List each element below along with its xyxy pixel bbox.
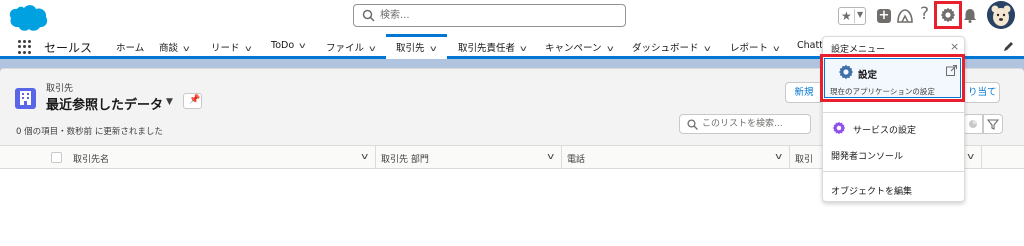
nav-item-files[interactable]: ファイル v xyxy=(326,40,376,54)
global-search[interactable] xyxy=(353,4,626,27)
chevron-down-icon[interactable]: v xyxy=(183,44,190,53)
chevron-down-icon[interactable]: v xyxy=(547,152,554,162)
chevron-down-icon[interactable]: ▼ xyxy=(857,10,863,19)
external-link-icon[interactable] xyxy=(946,65,957,76)
chevron-down-icon[interactable]: v xyxy=(361,152,368,162)
setup-gear-icon xyxy=(940,7,956,23)
chart-icon xyxy=(969,120,977,128)
chevron-down-icon[interactable]: v xyxy=(773,44,780,53)
menu-divider xyxy=(823,171,964,172)
nav-item-campaigns[interactable]: キャンペーン v xyxy=(545,40,614,54)
new-button[interactable]: 新規 xyxy=(785,82,823,103)
global-search-input[interactable] xyxy=(380,7,620,24)
chevron-down-icon[interactable]: v xyxy=(520,44,527,53)
filter-icon xyxy=(986,119,1000,130)
chevron-down-icon[interactable]: v xyxy=(704,44,711,53)
chevron-down-icon[interactable]: v xyxy=(369,44,376,53)
list-meta-text: 0 個の項目・数秒前 に更新されました xyxy=(16,127,163,137)
select-all-checkbox[interactable] xyxy=(51,152,62,163)
list-search-input[interactable] xyxy=(702,117,807,131)
chevron-down-icon[interactable]: v xyxy=(245,44,252,53)
setup-item-highlight: 設定 現在のアプリケーションの設定 xyxy=(820,54,965,102)
chevron-down-icon[interactable]: v xyxy=(430,44,437,53)
avatar-bear-icon xyxy=(987,1,1015,29)
global-header: ★ ▼ + ? xyxy=(0,0,1024,34)
nav-item-reports[interactable]: レポート v xyxy=(730,40,780,54)
bell-icon[interactable] xyxy=(963,8,977,23)
nav-item-opportunities[interactable]: 商談 v xyxy=(159,40,190,54)
favorites-button[interactable]: ★ ▼ xyxy=(838,7,866,25)
search-icon xyxy=(362,9,375,22)
column-header-account-site[interactable]: 取引先 部門 xyxy=(381,152,429,165)
column-divider[interactable] xyxy=(789,146,790,168)
column-divider[interactable] xyxy=(375,146,376,168)
column-divider[interactable] xyxy=(561,146,562,168)
salesforce-cloud-logo[interactable] xyxy=(8,4,48,32)
nav-item-home[interactable]: ホーム xyxy=(116,40,144,54)
app-launcher-icon[interactable] xyxy=(18,40,32,54)
list-search[interactable] xyxy=(679,114,811,134)
edit-nav-pencil-icon[interactable] xyxy=(1003,41,1014,52)
chevron-down-icon[interactable]: v xyxy=(967,152,974,162)
menu-item-service-setup[interactable]: サービスの設定 xyxy=(853,123,916,136)
service-setup-gear-icon xyxy=(832,121,846,135)
building-icon xyxy=(20,91,31,105)
account-object-icon xyxy=(15,88,36,109)
nav-item-contacts[interactable]: 取引先責任者 v xyxy=(458,40,527,54)
list-view-title[interactable]: 最近参照したデータ xyxy=(46,94,163,113)
chevron-down-icon[interactable]: v xyxy=(607,44,614,53)
setup-item-title: 設定 xyxy=(858,70,878,81)
column-divider[interactable] xyxy=(981,146,982,168)
column-header-phone[interactable]: 電話 xyxy=(567,152,585,165)
star-icon: ★ xyxy=(841,9,852,23)
add-icon: + xyxy=(878,8,890,23)
list-view-switcher-icon[interactable]: ▼ xyxy=(166,97,173,107)
setup-menu-dropdown: 設定メニュー × 設定 現在のアプリケーションの設定 サービスの設定 開発者コン… xyxy=(820,36,965,202)
search-icon xyxy=(687,119,698,130)
chevron-down-icon[interactable]: v xyxy=(299,41,306,50)
pin-icon: 📌 xyxy=(189,95,201,105)
chart-toggle-button[interactable] xyxy=(963,114,983,134)
menu-item-developer-console[interactable]: 開発者コンソール xyxy=(831,149,903,162)
nav-item-leads[interactable]: リード v xyxy=(211,40,252,54)
setup-menu-item-setup[interactable]: 設定 現在のアプリケーションの設定 xyxy=(824,58,961,98)
nav-item-todo[interactable]: ToDo v xyxy=(271,40,306,51)
favorites-divider xyxy=(854,9,855,23)
pin-list-button[interactable]: 📌 xyxy=(183,93,202,109)
column-header-account-name[interactable]: 取引先名 xyxy=(73,152,109,165)
menu-divider xyxy=(823,112,964,113)
assign-button[interactable]: り当て xyxy=(962,82,1000,103)
help-icon[interactable]: ? xyxy=(920,4,929,24)
filter-button[interactable] xyxy=(983,114,1003,134)
setup-gear-icon xyxy=(838,64,854,80)
nav-item-dashboards[interactable]: ダッシュボード v xyxy=(632,40,711,54)
global-add-button[interactable]: + xyxy=(877,9,891,23)
column-header-type[interactable]: 取引 xyxy=(795,152,813,165)
close-icon[interactable]: × xyxy=(950,40,959,53)
avatar-icon[interactable] xyxy=(987,1,1015,29)
chevron-down-icon[interactable]: v xyxy=(775,152,782,162)
object-label: 取引先 xyxy=(46,84,74,94)
setup-gear-button[interactable] xyxy=(934,1,962,29)
nav-item-accounts[interactable]: 取引先 v xyxy=(396,40,437,54)
menu-item-edit-object[interactable]: オブジェクトを編集 xyxy=(831,184,912,197)
app-name: セールス xyxy=(44,41,93,55)
setup-item-subtitle: 現在のアプリケーションの設定 xyxy=(830,87,935,96)
trailhead-icon[interactable] xyxy=(896,8,914,24)
